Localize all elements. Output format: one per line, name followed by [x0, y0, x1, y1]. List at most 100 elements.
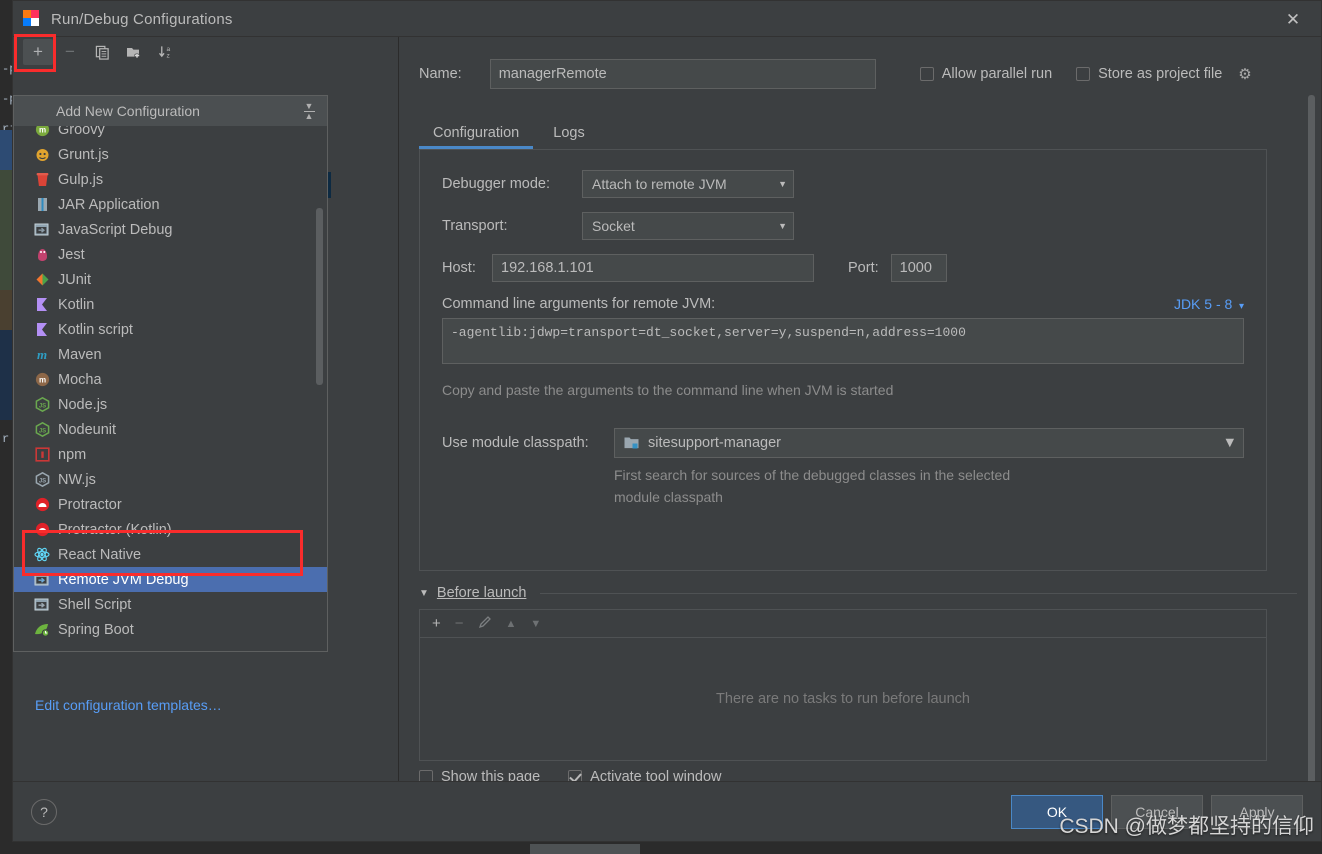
list-item-shell-script[interactable]: Shell Script [14, 592, 327, 617]
right-panel-scrollbar[interactable] [1308, 95, 1315, 781]
list-item-protractor-kotlin[interactable]: Protractor (Kotlin) [14, 517, 327, 542]
command-line-args-textarea[interactable]: -agentlib:jdwp=transport=dt_socket,serve… [442, 318, 1244, 364]
list-item-nw-js[interactable]: JS NW.js [14, 467, 327, 492]
port-label: Port: [848, 260, 879, 276]
checkbox-box [568, 770, 583, 781]
chevron-down-icon: ▾ [1236, 301, 1244, 312]
store-as-project-file-label: Store as project file [1098, 66, 1223, 82]
before-launch-title: Before launch [436, 585, 527, 601]
list-item-junit[interactable]: JUnit [14, 267, 327, 292]
list-item-kotlin-script[interactable]: Kotlin script [14, 317, 327, 342]
module-classpath-hint: First search for sources of the debugged… [614, 464, 1244, 508]
list-item-label: Kotlin [58, 296, 95, 313]
list-item-label: Maven [58, 346, 102, 363]
list-item-label: Remote JVM Debug [58, 571, 189, 588]
edit-configuration-templates-link[interactable]: Edit configuration templates… [35, 697, 222, 713]
module-classpath-select[interactable]: sitesupport-manager ▼ [614, 428, 1244, 458]
remote-jvm-debug-icon [34, 572, 50, 588]
help-button[interactable]: ? [31, 798, 57, 825]
host-label: Host: [442, 260, 476, 276]
protractor-icon [34, 497, 50, 513]
list-item-label: JAR Application [58, 196, 160, 213]
list-item-maven[interactable]: m Maven [14, 342, 327, 367]
javascript-debug-icon [34, 222, 50, 238]
protractor-kotlin-icon [34, 522, 50, 538]
list-item-npm[interactable]: npm [14, 442, 327, 467]
transport-select[interactable]: Socket ▼ [582, 212, 794, 240]
move-task-up-button[interactable]: ▲ [506, 618, 517, 630]
list-item-mocha[interactable]: m Mocha [14, 367, 327, 392]
host-input[interactable] [492, 254, 814, 282]
dialog-titlebar: Run/Debug Configurations ✕ [13, 1, 1321, 37]
name-input[interactable] [489, 59, 876, 89]
list-item-remote-jvm-debug[interactable]: Remote JVM Debug [14, 567, 327, 592]
sort-configurations-button[interactable]: a z [151, 39, 181, 65]
cmdline-label-row: Command line arguments for remote JVM: J… [442, 296, 1244, 312]
list-item-grunt-js[interactable]: Grunt.js [14, 142, 327, 167]
list-item-jar-application[interactable]: JAR Application [14, 192, 327, 217]
list-item-label: Groovy [58, 126, 105, 138]
debugger-mode-row: Debugger mode: Attach to remote JVM ▼ [442, 170, 1244, 198]
copy-configuration-button[interactable] [87, 39, 117, 65]
copy-paste-hint: Copy and paste the arguments to the comm… [442, 382, 894, 398]
list-item-gulp-js[interactable]: Gulp.js [14, 167, 327, 192]
list-item-label: Grunt.js [58, 146, 109, 163]
chevron-down-icon: ▼ [1222, 435, 1237, 451]
port-input[interactable] [890, 254, 947, 282]
configuration-type-list[interactable]: m Groovy Grunt.js Gulp.js JAR Application Jav… [14, 126, 327, 651]
before-launch-box: + − ▲ ▼ There are no tasks to run before… [419, 609, 1267, 761]
chevron-down-icon: ▼ [778, 221, 787, 231]
list-item-nodeunit[interactable]: JS Nodeunit [14, 417, 327, 442]
name-label: Name: [419, 66, 462, 82]
background-taskbar [0, 842, 1322, 854]
list-item-groovy[interactable]: m Groovy [14, 126, 327, 142]
checkbox-box [1076, 67, 1091, 81]
list-item-jest[interactable]: Jest [14, 242, 327, 267]
taskbar-item[interactable] [530, 844, 640, 854]
store-as-project-file-checkbox[interactable]: Store as project file ⚙ [1076, 65, 1252, 83]
remove-configuration-button[interactable]: − [55, 39, 85, 65]
popup-scrollbar[interactable] [316, 208, 323, 385]
dialog-body: + − a z Edit configuration templates… Ad… [13, 37, 1321, 781]
nwjs-icon: JS [34, 472, 50, 488]
dialog-title: Run/Debug Configurations [51, 10, 233, 28]
list-item-kotlin[interactable]: Kotlin [14, 292, 327, 317]
shell-script-icon [34, 597, 50, 613]
new-folder-button[interactable] [119, 39, 149, 65]
mocha-icon: m [34, 372, 50, 388]
list-item-react-native[interactable]: React Native [14, 542, 327, 567]
list-item-protractor[interactable]: Protractor [14, 492, 327, 517]
gear-icon[interactable]: ⚙ [1238, 65, 1251, 83]
svg-text:m: m [38, 376, 45, 385]
jdk-version-selector[interactable]: JDK 5 - 8 ▾ [1174, 296, 1244, 312]
add-configuration-button[interactable]: + [23, 39, 53, 65]
checkbox-box [419, 770, 433, 781]
move-task-down-button[interactable]: ▼ [530, 618, 541, 630]
show-this-page-checkbox[interactable]: Show this page [419, 769, 540, 781]
allow-parallel-run-checkbox[interactable]: Allow parallel run [919, 66, 1052, 82]
popup-header-label: Add New Configuration [56, 103, 200, 119]
svg-text:JS: JS [38, 428, 45, 434]
jar-application-icon [34, 197, 50, 213]
list-item-javascript-debug[interactable]: JavaScript Debug [14, 217, 327, 242]
collapse-all-icon[interactable]: ▼ ▲ [301, 101, 317, 120]
groovy-icon: m [34, 126, 50, 138]
list-item-label: JUnit [58, 271, 92, 288]
add-task-button[interactable]: + [432, 615, 441, 632]
remove-task-button[interactable]: − [455, 615, 464, 632]
caret-down-icon[interactable]: ▼ [419, 588, 429, 599]
checkbox-box [919, 67, 934, 81]
activate-tool-window-checkbox[interactable]: Activate tool window [568, 769, 722, 781]
tab-logs[interactable]: Logs [539, 119, 598, 149]
edit-task-button[interactable] [478, 615, 492, 633]
name-row: Name: Allow parallel run Store as projec… [419, 59, 1297, 89]
list-item-spring-boot[interactable]: Spring Boot [14, 617, 327, 642]
nodeunit-icon: JS [34, 422, 50, 438]
host-port-row: Host: Port: [442, 254, 1244, 282]
tab-configuration[interactable]: Configuration [419, 119, 534, 149]
show-this-page-label: Show this page [441, 769, 541, 781]
list-item-node-js[interactable]: JS Node.js [14, 392, 327, 417]
module-classpath-label: Use module classpath: [442, 435, 589, 451]
close-icon[interactable]: ✕ [1281, 7, 1305, 31]
debugger-mode-select[interactable]: Attach to remote JVM ▼ [582, 170, 794, 198]
